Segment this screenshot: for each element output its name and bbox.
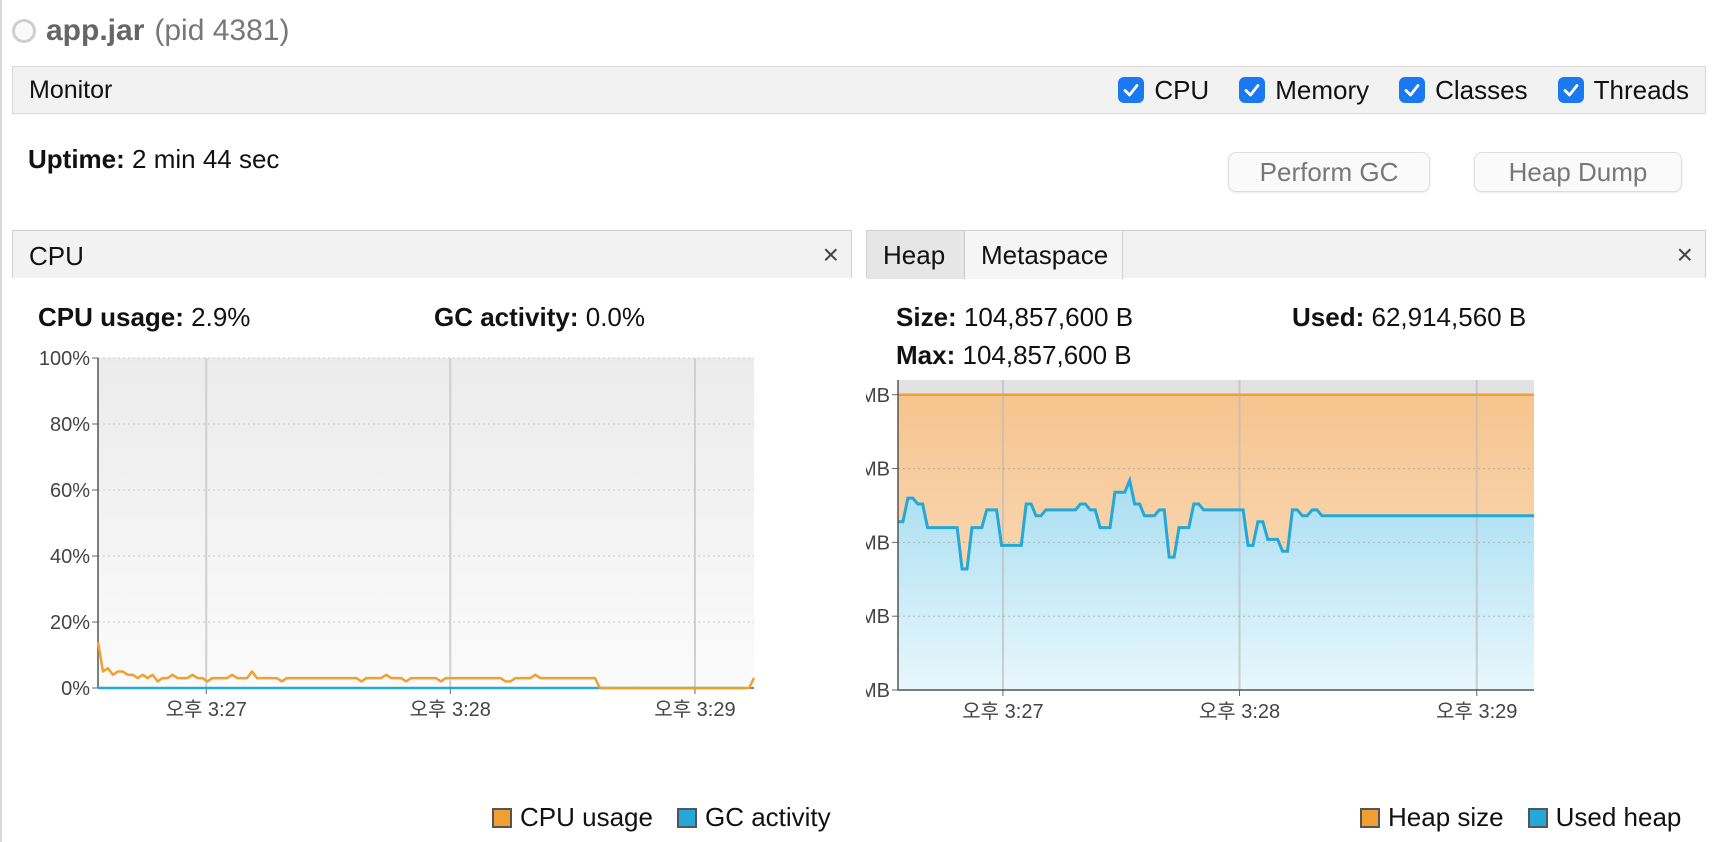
app-name: app.jar — [46, 14, 145, 47]
cpu-usage-label: CPU usage: — [38, 302, 184, 332]
y-tick-label: 40% — [50, 546, 90, 568]
checkbox-classes[interactable]: Classes — [1399, 74, 1528, 106]
heap-size-label: Size: — [896, 302, 957, 332]
y-tick-label: 100 MB — [866, 385, 890, 407]
checkmark-icon[interactable] — [1239, 77, 1266, 103]
heap-size-stat: Size: 104,857,600 B — [896, 302, 1133, 333]
y-tick-label: 80% — [50, 414, 90, 436]
heap-dump-button[interactable]: Heap Dump — [1474, 152, 1682, 192]
heap-used-stat: Used: 62,914,560 B — [1292, 302, 1526, 333]
cpu-usage-stat: CPU usage: 2.9% — [38, 302, 250, 333]
monitor-label: Monitor — [29, 75, 113, 104]
gc-activity-stat: GC activity: 0.0% — [434, 302, 645, 333]
cpu-legend: CPU usage GC activity — [492, 802, 831, 833]
x-tick-label: 오후 3:27 — [166, 698, 247, 721]
cpu-panel-title: CPU — [29, 241, 84, 271]
legend-used-heap: Used heap — [1555, 802, 1682, 832]
checkbox-memory-label: Memory — [1275, 74, 1370, 105]
checkbox-threads[interactable]: Threads — [1557, 74, 1689, 106]
cpu-usage-value: 2.9% — [191, 302, 251, 332]
tab-heap[interactable]: Heap — [867, 231, 965, 279]
x-tick-label: 오후 3:28 — [1199, 700, 1280, 723]
perform-gc-button[interactable]: Perform GC — [1228, 152, 1430, 192]
checkbox-memory[interactable]: Memory — [1239, 75, 1369, 106]
checkmark-icon[interactable] — [1399, 77, 1426, 103]
uptime-label: Uptime: — [28, 144, 125, 174]
plot-area — [98, 358, 754, 688]
y-tick-label: 60% — [50, 480, 90, 502]
heap-size-value: 104,857,600 B — [963, 302, 1134, 332]
monitor-header: Monitor CPU Memory Classes Threads — [12, 66, 1706, 114]
heap-max-value: 104,857,600 B — [962, 340, 1132, 370]
cpu-chart: 0% 20% 40% 60% 80% 100% 오후 3:27 오후 3:28 오후 3:29 — [39, 348, 756, 721]
checkbox-cpu[interactable]: CPU — [1118, 75, 1209, 106]
uptime-value: 2 min 44 sec — [132, 144, 280, 174]
heap-used-value: 62,914,560 B — [1371, 302, 1527, 332]
y-tick-label: 25 MB — [866, 606, 890, 628]
heap-max-stat: Max: 104,857,600 B — [896, 340, 1132, 371]
cpu-panel-header: CPU × — [12, 230, 852, 278]
tab-metaspace[interactable]: Metaspace — [965, 231, 1123, 279]
checkmark-icon[interactable] — [1557, 77, 1584, 103]
checkmark-icon[interactable] — [1118, 77, 1145, 103]
close-icon[interactable]: × — [823, 239, 839, 271]
checkbox-cpu-label: CPU — [1154, 74, 1210, 105]
x-tick-label: 오후 3:27 — [962, 700, 1043, 723]
y-tick-label: 75 MB — [866, 459, 890, 481]
heap-legend: Heap size Used heap — [1360, 802, 1681, 833]
close-icon[interactable]: × — [1677, 239, 1693, 271]
heap-max-label: Max: — [896, 340, 956, 370]
heap-panel-header: Heap Metaspace × — [866, 230, 1706, 279]
heap-size-swatch — [1360, 807, 1380, 828]
uptime-readout: Uptime: 2 min 44 sec — [28, 144, 279, 175]
section-toggles: CPU Memory Classes Threads — [1118, 67, 1689, 113]
legend-gc-activity: GC activity — [704, 802, 831, 832]
legend-cpu-usage: CPU usage — [520, 802, 653, 832]
checkbox-classes-label: Classes — [1435, 74, 1528, 105]
window-title: app.jar (pid 4381) — [12, 14, 289, 48]
loading-spinner-icon — [12, 19, 36, 43]
legend-heap-size: Heap size — [1388, 802, 1504, 832]
cpu-usage-swatch — [492, 807, 512, 828]
gc-activity-label: GC activity: — [434, 302, 579, 332]
y-tick-label: 0% — [61, 678, 90, 700]
checkbox-threads-label: Threads — [1593, 74, 1689, 105]
x-tick-label: 오후 3:29 — [1436, 700, 1517, 723]
gc-activity-swatch — [676, 807, 697, 828]
y-tick-label: 0 MB — [866, 680, 890, 702]
heap-chart: 오후 3:27 오후 3:28 오후 3:29 0 MB 25 MB 50 MB 75 MB… — [866, 380, 1534, 723]
gc-activity-value: 0.0% — [585, 302, 645, 332]
y-tick-label: 20% — [50, 612, 90, 634]
heap-used-label: Used: — [1292, 302, 1365, 332]
pid-text: (pid 4381) — [154, 14, 290, 47]
used-heap-swatch — [1527, 807, 1548, 828]
x-tick-label: 오후 3:28 — [410, 698, 491, 721]
y-tick-label: 50 MB — [866, 532, 890, 554]
x-tick-label: 오후 3:29 — [654, 698, 735, 721]
y-tick-label: 100% — [39, 348, 90, 370]
